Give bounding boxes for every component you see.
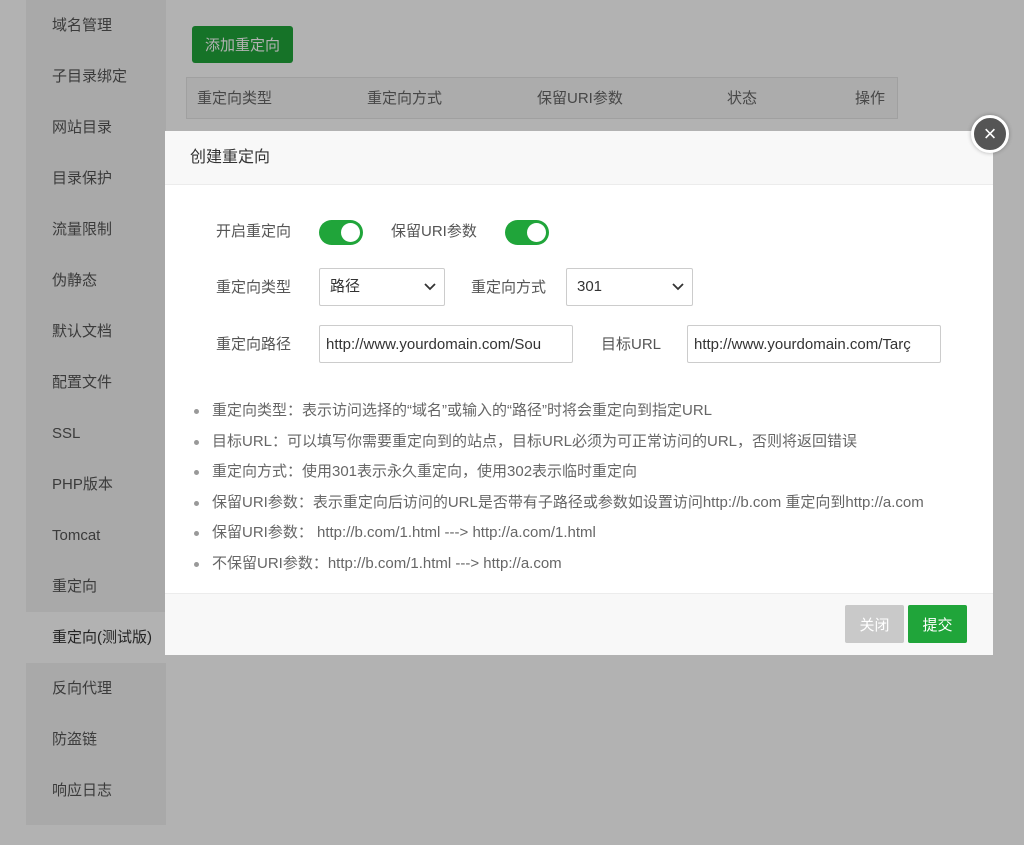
note-item: 目标URL：可以填写你需要重定向到的站点，目标URL必须为可正常访问的URL，否… bbox=[194, 432, 984, 463]
keep-uri-toggle[interactable] bbox=[505, 220, 549, 245]
redirect-path-input[interactable] bbox=[319, 325, 573, 363]
toggle-knob bbox=[527, 223, 546, 242]
target-url-input[interactable] bbox=[687, 325, 941, 363]
dialog-footer: 关闭 提交 bbox=[165, 593, 993, 655]
toggle-row: 开启重定向 保留URI参数 bbox=[165, 212, 993, 252]
target-url-label: 目标URL bbox=[601, 336, 662, 353]
enable-redirect-toggle[interactable] bbox=[319, 220, 363, 245]
select-row: 重定向类型 路径 重定向方式 301 bbox=[165, 268, 993, 308]
redirect-method-value: 301 bbox=[577, 278, 603, 295]
note-item: 不保留URI参数：http://b.com/1.html ---> http:/… bbox=[194, 554, 984, 585]
redirect-type-select[interactable]: 路径 bbox=[319, 268, 445, 306]
dialog-title: 创建重定向 bbox=[165, 131, 993, 185]
redirect-method-label: 重定向方式 bbox=[471, 279, 547, 296]
submit-button[interactable]: 提交 bbox=[908, 605, 967, 643]
enable-redirect-label: 开启重定向 bbox=[216, 223, 292, 240]
create-redirect-dialog: 创建重定向 开启重定向 保留URI参数 重定向类型 路径 重定向方式 301 重… bbox=[165, 131, 993, 655]
close-icon[interactable]: × bbox=[971, 115, 1009, 153]
redirect-path-label: 重定向路径 bbox=[216, 336, 292, 353]
help-notes: 重定向类型：表示访问选择的“域名”或输入的“路径”时将会重定向到指定URL 目标… bbox=[194, 401, 984, 585]
close-button[interactable]: 关闭 bbox=[845, 605, 904, 643]
chevron-down-icon bbox=[424, 283, 436, 291]
note-item: 重定向方式：使用301表示永久重定向，使用302表示临时重定向 bbox=[194, 462, 984, 493]
redirect-type-label: 重定向类型 bbox=[216, 279, 292, 296]
toggle-knob bbox=[341, 223, 360, 242]
chevron-down-icon bbox=[672, 283, 684, 291]
note-item: 重定向类型：表示访问选择的“域名”或输入的“路径”时将会重定向到指定URL bbox=[194, 401, 984, 432]
redirect-method-select[interactable]: 301 bbox=[566, 268, 693, 306]
redirect-type-value: 路径 bbox=[330, 278, 361, 295]
input-row: 重定向路径 目标URL bbox=[165, 325, 993, 365]
keep-uri-label: 保留URI参数 bbox=[391, 223, 477, 240]
note-item: 保留URI参数：表示重定向后访问的URL是否带有子路径或参数如设置访问http:… bbox=[194, 493, 984, 524]
note-item: 保留URI参数： http://b.com/1.html ---> http:/… bbox=[194, 523, 984, 554]
